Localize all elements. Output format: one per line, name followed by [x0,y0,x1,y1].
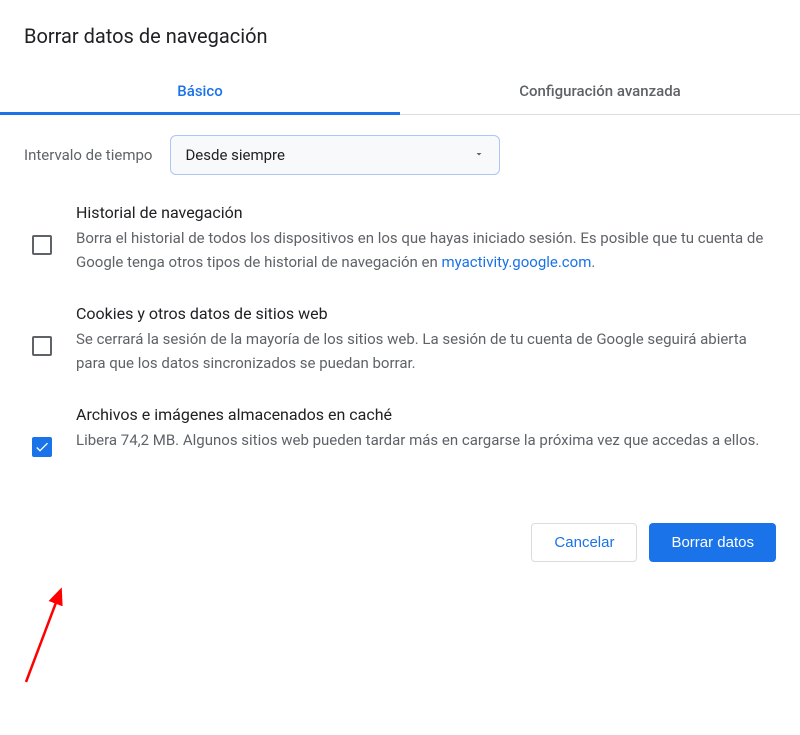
checkbox-cache[interactable] [32,437,52,457]
option-title-cache: Archivos e imágenes almacenados en caché [76,405,768,424]
clear-data-button[interactable]: Borrar datos [649,523,776,562]
history-desc-part2: . [591,253,595,271]
option-desc-history: Borra el historial de todos los disposit… [76,226,768,274]
time-range-label: Intervalo de tiempo [24,146,152,164]
option-text-history: Historial de navegación Borra el histori… [76,203,768,274]
option-cache: Archivos e imágenes almacenados en caché… [24,405,776,457]
option-text-cookies: Cookies y otros datos de sitios web Se c… [76,304,768,375]
dialog-footer: Cancelar Borrar datos [0,507,800,586]
option-title-history: Historial de navegación [76,203,768,222]
chevron-down-icon [473,148,485,163]
option-desc-cookies: Se cerrará la sesión de la mayoría de lo… [76,327,768,375]
checkbox-browsing-history[interactable] [32,235,52,255]
checkbox-cookies[interactable] [32,336,52,356]
dialog-title: Borrar datos de navegación [0,24,800,68]
option-desc-cache: Libera 74,2 MB. Algunos sitios web puede… [76,428,768,452]
tabs-container: Básico Configuración avanzada [0,68,800,115]
option-title-cookies: Cookies y otros datos de sitios web [76,304,768,323]
time-range-select[interactable]: Desde siempre [170,135,500,175]
option-cookies: Cookies y otros datos de sitios web Se c… [24,304,776,375]
history-desc-part1: Borra el historial de todos los disposit… [76,229,763,271]
arrow-annotation-icon [18,580,78,690]
time-range-row: Intervalo de tiempo Desde siempre [24,135,776,175]
option-browsing-history: Historial de navegación Borra el histori… [24,203,776,274]
cancel-button[interactable]: Cancelar [531,523,637,562]
time-range-selected-value: Desde siempre [185,146,285,164]
option-text-cache: Archivos e imágenes almacenados en caché… [76,405,768,452]
myactivity-link[interactable]: myactivity.google.com [441,253,591,271]
dialog-content: Intervalo de tiempo Desde siempre Histor… [0,115,800,507]
clear-browsing-data-dialog: Borrar datos de navegación Básico Config… [0,0,800,586]
tab-advanced[interactable]: Configuración avanzada [400,68,800,114]
tab-basic[interactable]: Básico [0,68,400,114]
